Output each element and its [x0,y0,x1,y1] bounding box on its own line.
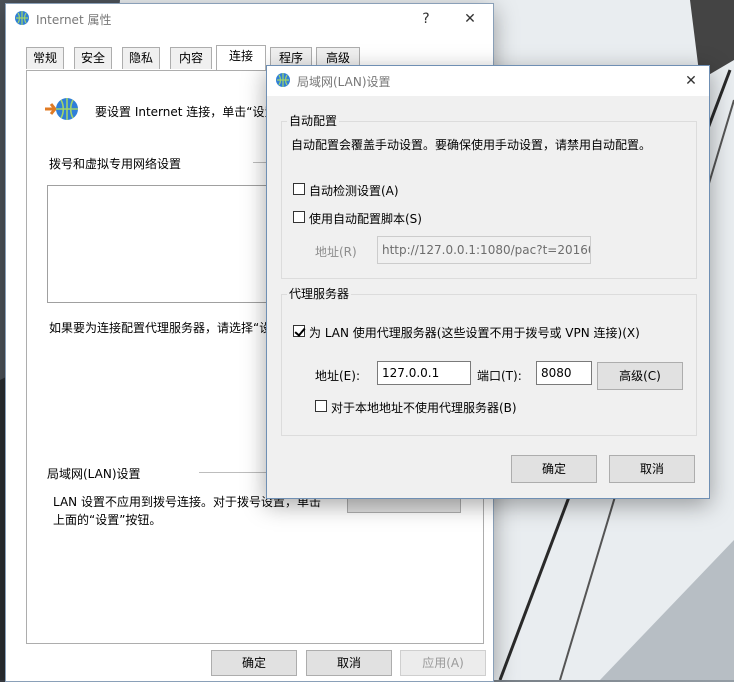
lan-cancel-button[interactable]: 取消 [609,455,695,483]
auto-detect-checkbox[interactable] [293,183,305,195]
tab-content[interactable]: 内容 [170,47,212,69]
script-address-input[interactable]: http://127.0.0.1:1080/pac?t=201604 [377,236,591,264]
proxy-advanced-button[interactable]: 高级(C) [597,362,683,390]
script-address-label: 地址(R) [315,245,357,259]
main-titlebar: Internet 属性 ? ✕ [6,4,493,34]
auto-detect-label[interactable]: 自动检测设置(A) [309,182,399,199]
setup-text: 要设置 Internet 连接，单击“设置” [95,105,283,119]
dialup-connections-list[interactable] [47,185,273,303]
main-ok-button[interactable]: 确定 [211,650,297,676]
tab-general[interactable]: 常规 [26,47,64,69]
auto-config-group-title: 自动配置 [287,112,340,129]
bypass-local-label[interactable]: 对于本地地址不使用代理服务器(B) [331,399,517,416]
proxy-hint-text: 如果要为连接配置代理服务器，请选择“设 [49,321,272,335]
lan-note-line-2: 上面的“设置”按钮。 [53,513,162,527]
lan-settings-dialog: 局域网(LAN)设置 ✕ 自动配置 自动配置会覆盖手动设置。要确保使用手动设置，… [266,65,710,499]
internet-globe-icon [45,98,78,120]
close-icon[interactable]: ✕ [458,8,482,30]
lan-titlebar: 局域网(LAN)设置 ✕ [267,66,709,96]
lan-section-title: 局域网(LAN)设置 [47,467,141,481]
bypass-local-checkbox[interactable] [315,400,327,412]
internet-options-icon [15,11,29,25]
proxy-port-input[interactable]: 8080 [536,361,592,385]
internet-options-icon [276,73,290,87]
main-window-title: Internet 属性 [36,13,112,27]
help-icon[interactable]: ? [414,8,438,30]
main-cancel-button[interactable]: 取消 [306,650,392,676]
auto-script-label[interactable]: 使用自动配置脚本(S) [309,210,422,227]
tab-connections[interactable]: 连接 [216,45,266,70]
use-proxy-checkbox[interactable] [293,325,305,337]
auto-config-description: 自动配置会覆盖手动设置。要确保使用手动设置，请禁用自动配置。 [291,138,652,152]
tab-privacy[interactable]: 隐私 [122,47,160,69]
auto-script-checkbox[interactable] [293,211,305,223]
close-icon[interactable]: ✕ [679,70,703,92]
proxy-address-input[interactable]: 127.0.0.1 [377,361,471,385]
lan-ok-button[interactable]: 确定 [511,455,597,483]
proxy-port-label: 端口(T): [477,369,522,383]
dialup-section-title: 拨号和虚拟专用网络设置 [49,157,182,171]
use-proxy-label[interactable]: 为 LAN 使用代理服务器(这些设置不用于拨号或 VPN 连接)(X) [309,324,640,341]
lan-divider [199,472,273,473]
main-apply-button[interactable]: 应用(A) [400,650,486,676]
lan-dialog-title: 局域网(LAN)设置 [297,75,391,89]
tab-security[interactable]: 安全 [74,47,112,69]
proxy-server-group-title: 代理服务器 [287,285,352,302]
proxy-address-label: 地址(E): [315,369,360,383]
